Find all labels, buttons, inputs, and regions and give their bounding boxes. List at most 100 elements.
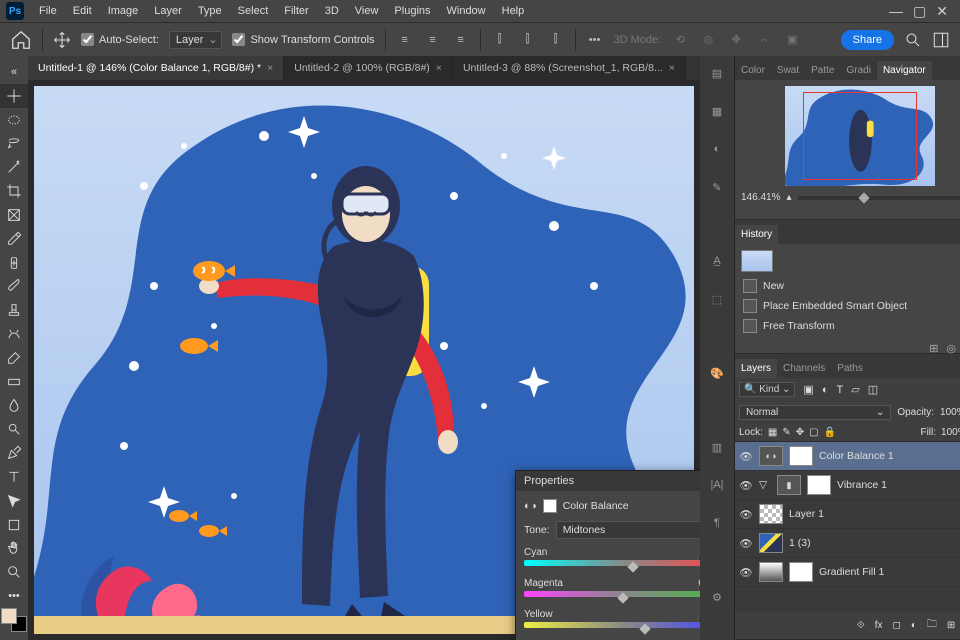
marquee-tool[interactable] <box>0 108 28 132</box>
menu-edit[interactable]: Edit <box>66 2 99 20</box>
move-tool[interactable] <box>0 84 28 108</box>
auto-select-toggle[interactable]: Auto-Select: <box>81 33 159 46</box>
search-icon[interactable] <box>904 31 922 49</box>
zoom-value[interactable]: 146.41% <box>741 192 780 203</box>
glyph-icon[interactable]: |A| <box>706 474 728 496</box>
doc-tab-1[interactable]: Untitled-1 @ 146% (Color Balance 1, RGB/… <box>28 56 284 80</box>
zoom-out-icon[interactable]: ▴ <box>786 192 791 203</box>
stamp-tool[interactable] <box>0 298 28 322</box>
align-top-icon[interactable]: ⫿ <box>491 31 509 49</box>
show-transform-toggle[interactable]: Show Transform Controls <box>232 33 374 46</box>
settings-icon[interactable]: ⚙ <box>706 586 728 608</box>
tab-history[interactable]: History <box>735 225 778 244</box>
doc-tab-3[interactable]: Untitled-3 @ 88% (Screenshot_1, RGB/8...… <box>453 56 686 80</box>
visibility-icon[interactable]: 👁 <box>739 508 753 521</box>
eyedropper-tool[interactable] <box>0 227 28 251</box>
visibility-icon[interactable]: 👁 <box>739 450 753 463</box>
workspace-icon[interactable] <box>932 31 950 49</box>
link-icon[interactable]: ⟐ <box>857 620 865 631</box>
layer-name[interactable]: Layer 1 <box>789 508 824 520</box>
history-brush-tool[interactable] <box>0 322 28 346</box>
wand-tool[interactable] <box>0 155 28 179</box>
slider-magenta[interactable] <box>524 591 700 599</box>
menu-plugins[interactable]: Plugins <box>387 2 437 20</box>
menu-help[interactable]: Help <box>495 2 532 20</box>
visibility-icon[interactable]: 👁 <box>739 566 753 579</box>
filter-shape-icon[interactable]: ▱ <box>851 383 859 396</box>
align-left-icon[interactable]: ≡ <box>396 31 414 49</box>
path-tool[interactable] <box>0 489 28 513</box>
cube-icon[interactable]: ⬚ <box>706 288 728 310</box>
hand-tool[interactable] <box>0 537 28 561</box>
blur-tool[interactable] <box>0 394 28 418</box>
new-layer-icon[interactable]: ⊞ <box>947 620 955 631</box>
lasso-tool[interactable] <box>0 131 28 155</box>
blend-mode-dropdown[interactable]: Normal ⌄ <box>739 405 891 420</box>
history-item-place[interactable]: Place Embedded Smart Object <box>741 296 960 316</box>
tab-channels[interactable]: Channels <box>777 359 831 378</box>
menu-window[interactable]: Window <box>440 2 493 20</box>
layer-layer1[interactable]: 👁 Layer 1 <box>735 500 960 529</box>
paragraph-icon[interactable]: ¶ <box>706 512 728 534</box>
layer-gradient-fill[interactable]: 👁 Gradient Fill 1 <box>735 558 960 587</box>
layer-name[interactable]: Vibrance 1 <box>837 479 887 491</box>
properties-panel[interactable]: Properties » ≡ ◐◑ Color Balance Tone: Mi… <box>515 470 700 640</box>
slider-cyan[interactable] <box>524 560 700 568</box>
layer-name[interactable]: Gradient Fill 1 <box>819 566 884 578</box>
edit-toolbar[interactable]: ••• <box>0 584 28 608</box>
tab-layers[interactable]: Layers <box>735 359 777 378</box>
slider-yellow[interactable] <box>524 622 700 630</box>
auto-select-dropdown[interactable]: Layer <box>169 31 223 49</box>
menu-3d[interactable]: 3D <box>318 2 346 20</box>
paint-icon[interactable]: 🎨 <box>706 362 728 384</box>
tab-navigator[interactable]: Navigator <box>877 61 932 80</box>
visibility-icon[interactable]: 👁 <box>739 537 753 550</box>
libraries-icon[interactable]: ▥ <box>706 436 728 458</box>
tab-swatches[interactable]: Swat <box>771 61 805 80</box>
tab-gradients[interactable]: Gradi <box>841 61 877 80</box>
eraser-tool[interactable] <box>0 346 28 370</box>
lock-artboard-icon[interactable]: ▢ <box>809 427 818 438</box>
layer-color-balance[interactable]: 👁 ◐◑ Color Balance 1 <box>735 442 960 471</box>
lock-all-icon[interactable]: 🔒 <box>824 427 836 438</box>
zoom-tool[interactable] <box>0 560 28 584</box>
layer-smart-object[interactable]: 👁 1 (3) <box>735 529 960 558</box>
tone-dropdown[interactable]: Midtones ⌄ <box>556 521 700 539</box>
menu-view[interactable]: View <box>348 2 386 20</box>
menu-image[interactable]: Image <box>101 2 146 20</box>
share-button[interactable]: Share <box>841 30 894 50</box>
gradient-tool[interactable] <box>0 370 28 394</box>
menu-layer[interactable]: Layer <box>147 2 189 20</box>
collapse-tool[interactable]: « <box>0 60 28 84</box>
filter-pixel-icon[interactable]: ▣ <box>803 383 813 396</box>
tab-patterns[interactable]: Patte <box>805 61 840 80</box>
fx-icon[interactable]: fx <box>875 620 883 631</box>
opacity-value[interactable]: 100% <box>940 407 960 418</box>
character-icon[interactable]: A̲ <box>706 250 728 272</box>
maximize-icon[interactable]: ▢ <box>913 3 926 20</box>
mask-thumb[interactable] <box>807 475 831 495</box>
history-item-transform[interactable]: Free Transform <box>741 316 960 336</box>
align-bottom-icon[interactable]: ⫿ <box>547 31 565 49</box>
dodge-tool[interactable] <box>0 417 28 441</box>
home-icon[interactable] <box>10 29 32 51</box>
navigator-viewbox[interactable] <box>803 92 917 180</box>
close-icon[interactable]: × <box>436 62 442 74</box>
minimize-icon[interactable]: — <box>889 3 903 20</box>
lock-position-icon[interactable]: ✥ <box>796 427 804 438</box>
menu-type[interactable]: Type <box>191 2 229 20</box>
navigator-thumbnail[interactable] <box>785 86 935 186</box>
swatches-icon[interactable]: ▦ <box>706 100 728 122</box>
pen-tool[interactable] <box>0 441 28 465</box>
tab-color[interactable]: Color <box>735 61 771 80</box>
mask-thumb[interactable] <box>789 562 813 582</box>
lock-paint-icon[interactable]: ✎ <box>782 427 790 438</box>
close-icon[interactable]: × <box>267 62 273 74</box>
frame-tool[interactable] <box>0 203 28 227</box>
properties-header[interactable]: Properties » ≡ <box>516 471 700 491</box>
visibility-icon[interactable]: 👁 <box>739 479 753 492</box>
brushes-icon[interactable]: ✎ <box>706 176 728 198</box>
tab-paths[interactable]: Paths <box>831 359 869 378</box>
group-icon[interactable]: 🗀 <box>927 617 937 634</box>
mask-icon[interactable]: ◻ <box>893 620 901 631</box>
